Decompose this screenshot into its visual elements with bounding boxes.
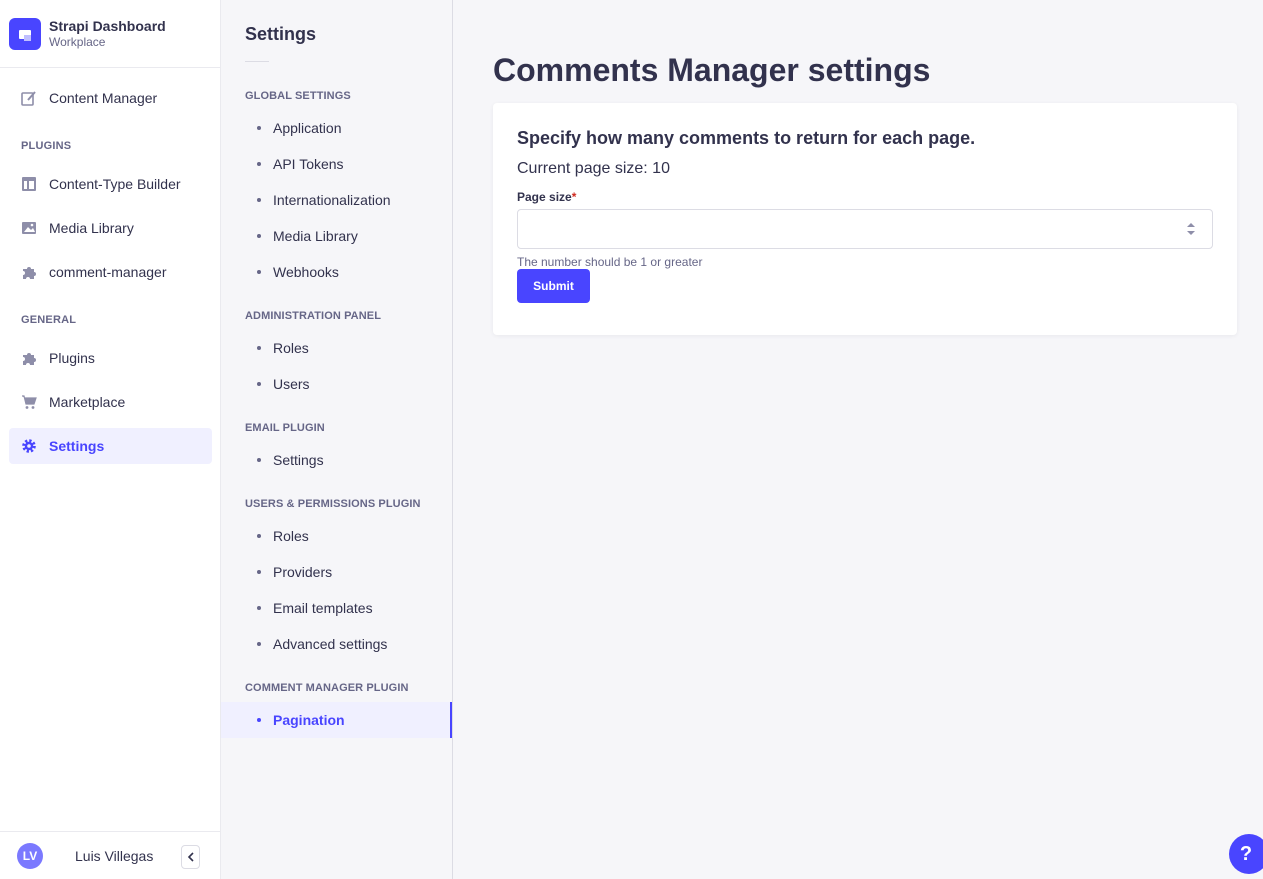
bullet-icon — [257, 534, 261, 538]
page-size-label: Page size* — [517, 190, 576, 204]
bullet-icon — [257, 162, 261, 166]
subnav-item-advanced-settings[interactable]: Advanced settings — [221, 626, 452, 662]
subnav-item-pagination[interactable]: Pagination — [221, 702, 452, 738]
gear-icon — [21, 438, 37, 454]
nav-item-content-type-builder[interactable]: Content-Type Builder — [9, 166, 212, 202]
settings-subnav: Settings GLOBAL SETTINGS Application API… — [221, 0, 453, 879]
help-button[interactable]: ? — [1229, 834, 1263, 874]
subnav-item-internationalization[interactable]: Internationalization — [221, 182, 452, 218]
subnav-item-email-templates[interactable]: Email templates — [221, 590, 452, 626]
subnav-section-users-permissions: USERS & PERMISSIONS PLUGIN — [245, 498, 421, 510]
bullet-icon — [257, 270, 261, 274]
subnav-item-label: Settings — [273, 452, 324, 468]
subnav-item-application[interactable]: Application — [221, 110, 452, 146]
bullet-icon — [257, 198, 261, 202]
bullet-icon — [257, 234, 261, 238]
subnav-item-label: Providers — [273, 564, 333, 580]
subnav-item-label: Media Library — [273, 228, 358, 244]
puzzle-icon — [21, 264, 37, 280]
card-heading: Specify how many comments to return for … — [517, 128, 976, 148]
nav-item-comment-manager[interactable]: comment-manager — [9, 254, 212, 290]
bullet-icon — [257, 570, 261, 574]
subnav-item-api-tokens[interactable]: API Tokens — [221, 146, 452, 182]
submit-button[interactable]: Submit — [517, 269, 590, 303]
nav-item-label: Media Library — [49, 220, 134, 236]
subnav-divider — [245, 61, 269, 62]
nav-item-label: comment-manager — [49, 264, 167, 280]
puzzle-icon — [21, 350, 37, 366]
current-page-size: Current page size: 10 — [517, 160, 670, 177]
page-size-input[interactable] — [518, 210, 1158, 248]
page-title: Comments Manager settings — [493, 52, 931, 88]
pencil-icon — [21, 90, 37, 106]
nav-item-label: Content Manager — [49, 90, 158, 106]
subnav-item-providers[interactable]: Providers — [221, 554, 452, 590]
brand-header: Strapi Dashboard Workplace — [0, 0, 220, 68]
subnav-section-administration-panel: ADMINISTRATION PANEL — [245, 310, 382, 322]
nav-section-plugins: PLUGINS — [21, 140, 72, 152]
strapi-logo-icon — [9, 17, 41, 50]
user-name: Luis Villegas — [75, 847, 154, 864]
chevron-left-icon — [187, 852, 194, 862]
subnav-section-email-plugin: EMAIL PLUGIN — [245, 422, 325, 434]
subnav-section-comment-manager: COMMENT MANAGER PLUGIN — [245, 682, 409, 694]
subnav-title: Settings — [245, 24, 317, 44]
page-size-field[interactable] — [517, 209, 1213, 249]
subnav-item-webhooks[interactable]: Webhooks — [221, 254, 452, 290]
nav-section-general: GENERAL — [21, 314, 77, 326]
subnav-item-label: Roles — [273, 528, 309, 544]
subnav-item-admin-users[interactable]: Users — [221, 366, 452, 402]
subnav-item-label: Roles — [273, 340, 309, 356]
subnav-section-global-settings: GLOBAL SETTINGS — [245, 90, 351, 102]
nav-item-marketplace[interactable]: Marketplace — [9, 384, 212, 420]
subnav-item-label: Application — [273, 120, 342, 136]
subnav-item-label: Advanced settings — [273, 636, 388, 652]
subnav-item-up-roles[interactable]: Roles — [221, 518, 452, 554]
page-size-label-text: Page size — [517, 190, 572, 204]
nav-item-settings[interactable]: Settings — [9, 428, 212, 464]
bullet-icon — [257, 606, 261, 610]
main-nav: Strapi Dashboard Workplace Content Manag… — [0, 0, 221, 879]
number-stepper-icon[interactable] — [1186, 222, 1196, 236]
nav-item-label: Plugins — [49, 350, 95, 366]
nav-item-plugins[interactable]: Plugins — [9, 340, 212, 376]
collapse-nav-button[interactable] — [181, 845, 200, 869]
bullet-icon — [257, 642, 261, 646]
nav-item-content-manager[interactable]: Content Manager — [9, 80, 212, 116]
subnav-item-email-settings[interactable]: Settings — [221, 442, 452, 478]
page-size-hint: The number should be 1 or greater — [517, 255, 703, 269]
brand-name: Strapi Dashboard — [49, 17, 166, 34]
bullet-icon — [257, 346, 261, 350]
subnav-item-label: Webhooks — [273, 264, 339, 280]
subnav-item-label: Pagination — [273, 712, 345, 728]
bullet-icon — [257, 382, 261, 386]
nav-item-label: Settings — [49, 438, 105, 454]
settings-card: Specify how many comments to return for … — [493, 103, 1237, 335]
subnav-item-label: Email templates — [273, 600, 373, 616]
image-icon — [21, 220, 37, 236]
user-profile-bar: LV Luis Villegas — [0, 831, 220, 879]
layout-icon — [21, 176, 37, 192]
brand-workspace: Workplace — [49, 34, 106, 49]
nav-item-label: Content-Type Builder — [49, 176, 181, 192]
avatar[interactable]: LV — [17, 842, 43, 869]
bullet-icon — [257, 126, 261, 130]
subnav-item-label: Internationalization — [273, 192, 391, 208]
nav-item-media-library[interactable]: Media Library — [9, 210, 212, 246]
nav-item-label: Marketplace — [49, 394, 126, 410]
subnav-item-admin-roles[interactable]: Roles — [221, 330, 452, 366]
subnav-item-label: Users — [273, 376, 310, 392]
bullet-icon — [257, 458, 261, 462]
required-marker: * — [571, 190, 577, 204]
bullet-icon — [257, 718, 261, 722]
brand-text: Strapi Dashboard Workplace — [49, 18, 166, 50]
subnav-item-media-library[interactable]: Media Library — [221, 218, 452, 254]
shopping-cart-icon — [21, 394, 37, 410]
subnav-item-label: API Tokens — [273, 156, 344, 172]
